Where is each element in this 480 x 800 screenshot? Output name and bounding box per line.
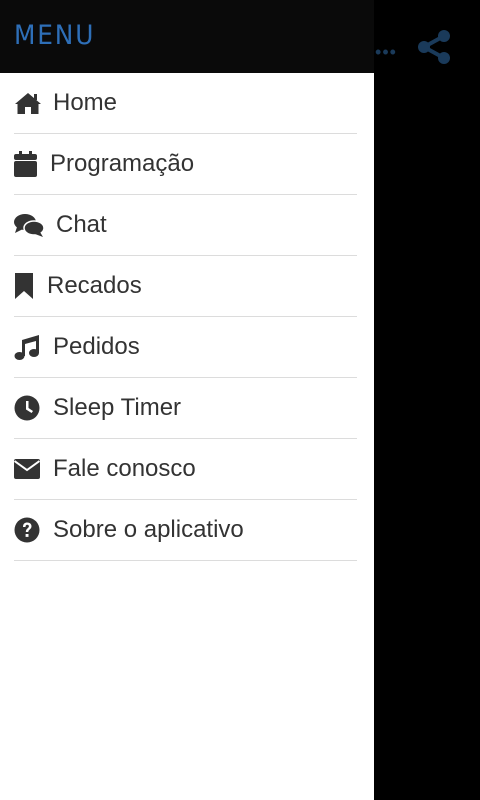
menu-item-sobre[interactable]: Sobre o aplicativo [14, 500, 357, 561]
menu-item-label: Pedidos [53, 333, 140, 360]
menu-item-label: Programação [50, 150, 195, 177]
menu-item-label: Recados [47, 272, 142, 299]
drawer-menu: Home Programação Chat Recados Pedidos Sl… [0, 73, 374, 561]
menu-item-programacao[interactable]: Programação [14, 134, 357, 195]
drawer-title: MENU [14, 20, 96, 51]
navigation-drawer: MENU Home Programação Chat Recados Pedid… [0, 0, 374, 800]
envelope-icon [14, 455, 42, 483]
menu-item-sleep-timer[interactable]: Sleep Timer [14, 378, 357, 439]
calendar-icon [14, 150, 38, 178]
menu-item-home[interactable]: Home [14, 73, 357, 134]
menu-item-label: Home [53, 89, 118, 116]
home-icon [14, 89, 42, 117]
drawer-header: MENU [0, 0, 374, 73]
menu-item-label: Sleep Timer [53, 394, 182, 421]
menu-item-fale-conosco[interactable]: Fale conosco [14, 439, 357, 500]
menu-item-label: Sobre o aplicativo [53, 516, 244, 543]
menu-item-label: Fale conosco [53, 455, 196, 482]
more-dots-icon[interactable]: ••• [374, 42, 398, 62]
chat-bubbles-icon [14, 211, 44, 239]
menu-item-chat[interactable]: Chat [14, 195, 357, 256]
bookmark-icon [14, 272, 36, 300]
menu-item-recados[interactable]: Recados [14, 256, 357, 317]
clock-icon [14, 394, 42, 422]
menu-item-pedidos[interactable]: Pedidos [14, 317, 357, 378]
menu-item-label: Chat [56, 211, 107, 238]
question-circle-icon [14, 516, 42, 544]
share-icon[interactable] [415, 28, 453, 66]
music-note-icon [14, 333, 42, 361]
